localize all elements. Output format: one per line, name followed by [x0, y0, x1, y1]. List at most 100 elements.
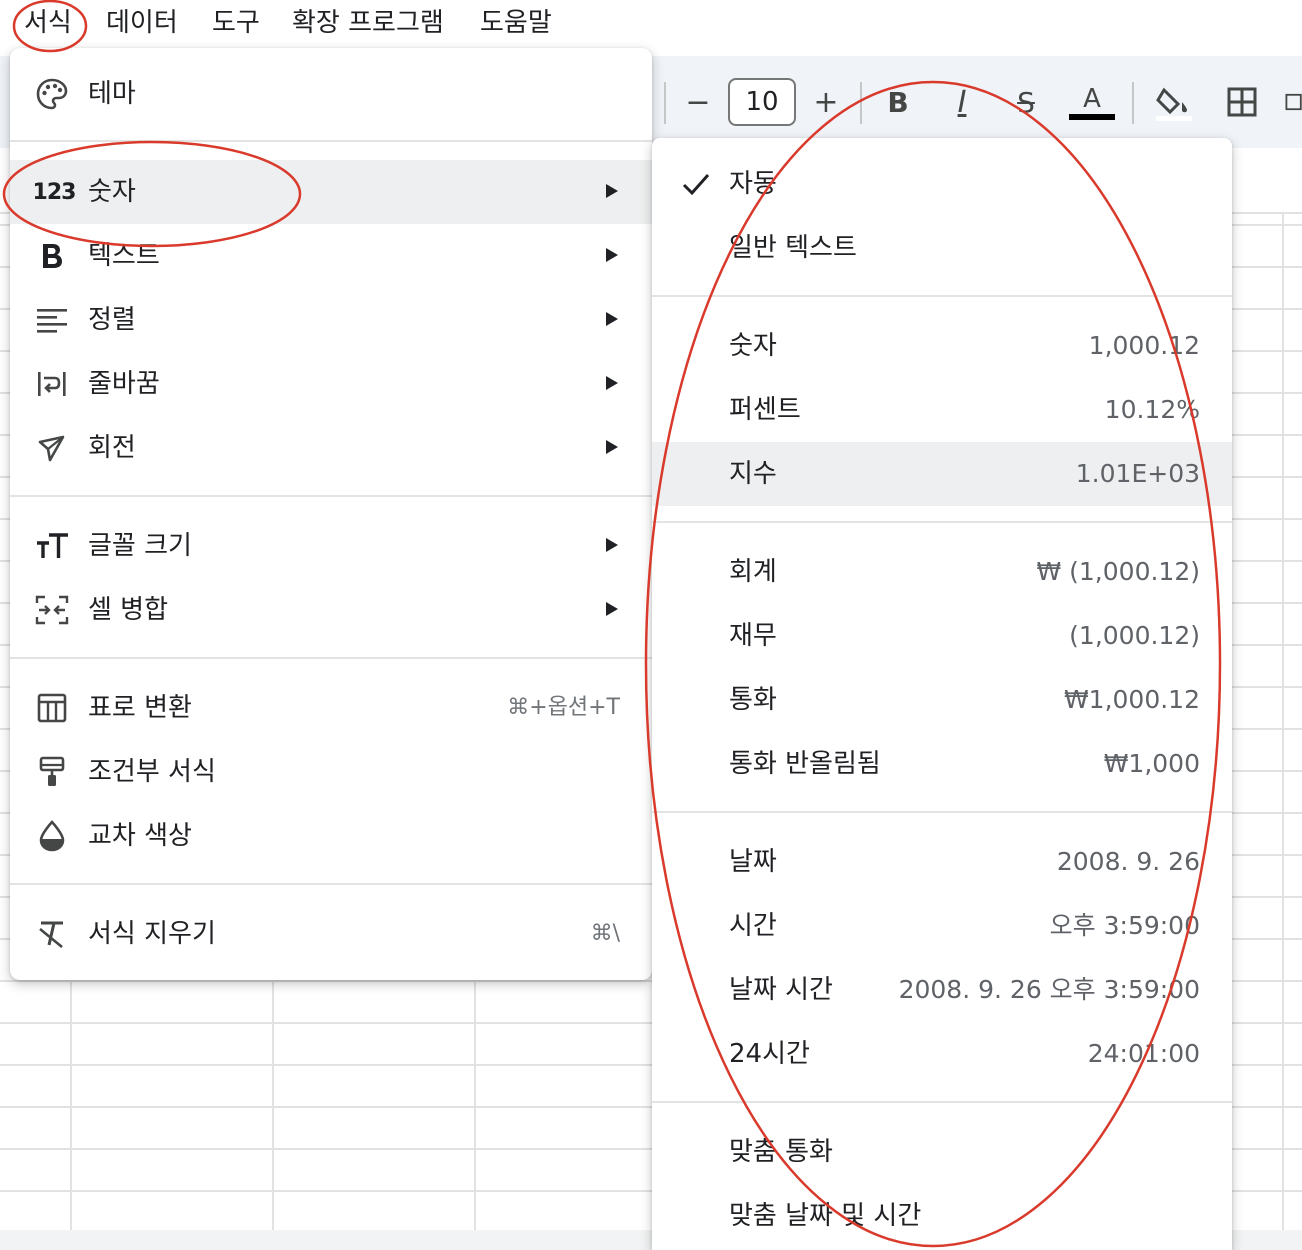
menu-divider	[652, 295, 1232, 297]
menu-divider	[10, 495, 652, 497]
format-example: ₩1,000	[1103, 749, 1200, 778]
submenu-arrow-icon	[606, 248, 618, 262]
strikethrough-button[interactable]: S	[1004, 78, 1048, 126]
menu-item-rotate[interactable]: 회전	[10, 416, 652, 480]
fill-color-button[interactable]	[1150, 78, 1198, 126]
number-format-custom-datetime[interactable]: 맞춤 날짜 및 시간	[652, 1184, 1232, 1248]
format-example: ₩1,000.12	[1063, 685, 1200, 714]
borders-icon	[1227, 87, 1257, 117]
menu-item-label: 교차 색상	[88, 821, 192, 851]
menu-item-align[interactable]: 정렬	[10, 288, 652, 352]
bold-b-icon	[34, 238, 70, 274]
menu-item-label: 셀 병합	[88, 595, 169, 625]
font-size-input[interactable]: 10	[728, 78, 796, 126]
menu-item-label: 표로 변환	[88, 693, 192, 723]
merge-cells-icon	[34, 592, 70, 628]
submenu-arrow-icon	[606, 312, 618, 326]
toolbar-divider	[860, 82, 862, 124]
bold-button[interactable]: B	[876, 78, 920, 126]
menu-item-clear-format[interactable]: 서식 지우기 ⌘\	[10, 902, 652, 966]
palette-icon	[34, 76, 70, 112]
font-size-icon	[34, 528, 70, 564]
menu-item-convert-table[interactable]: 표로 변환 ⌘+옵션+T	[10, 676, 652, 740]
format-menu: 테마 123 숫자 텍스트 정렬 줄바꿈 회전 글꼴 크기 셀 병합 표로 변환…	[10, 48, 652, 980]
text-color-letter: A	[1083, 84, 1101, 114]
menu-tools[interactable]: 도구	[212, 4, 260, 42]
menu-divider	[652, 521, 1232, 523]
number-format-financial[interactable]: 재무 (1,000.12)	[652, 604, 1232, 668]
format-label: 통화 반올림됨	[729, 749, 881, 779]
menu-item-label: 줄바꿈	[88, 369, 160, 399]
menu-item-theme[interactable]: 테마	[10, 62, 652, 126]
menu-extensions[interactable]: 확장 프로그램	[292, 4, 444, 42]
menu-data[interactable]: 데이터	[106, 4, 178, 42]
paint-roller-icon	[34, 754, 70, 790]
format-label: 일반 텍스트	[729, 233, 857, 263]
menu-item-alternating-colors[interactable]: 교차 색상	[10, 804, 652, 868]
number-format-datetime[interactable]: 날짜 시간 2008. 9. 26 오후 3:59:00	[652, 958, 1232, 1022]
number-format-duration[interactable]: 24시간 24:01:00	[652, 1022, 1232, 1086]
toolbar-divider	[664, 82, 666, 124]
menu-item-label: 텍스트	[88, 241, 160, 271]
shortcut-hint: ⌘\	[590, 921, 620, 946]
number-format-currency[interactable]: 통화 ₩1,000.12	[652, 668, 1232, 732]
italic-button[interactable]: I	[940, 78, 984, 126]
number-format-time[interactable]: 시간 오후 3:59:00	[652, 894, 1232, 958]
menu-divider	[10, 657, 652, 659]
shortcut-hint: ⌘+옵션+T	[507, 695, 620, 720]
format-label: 퍼센트	[729, 395, 801, 425]
submenu-arrow-icon	[606, 184, 618, 198]
format-example: ₩ (1,000.12)	[1036, 557, 1200, 586]
format-example: 10.12%	[1104, 395, 1200, 424]
number-format-scientific[interactable]: 지수 1.01E+03	[652, 442, 1232, 506]
format-label: 자동	[729, 169, 777, 199]
menubar: 서식 데이터 도구 확장 프로그램 도움말	[0, 0, 1302, 48]
format-example: 1,000.12	[1088, 331, 1200, 360]
number-123-icon: 123	[32, 179, 77, 205]
increase-font-size-button[interactable]: +	[806, 78, 846, 126]
menu-item-font-size[interactable]: 글꼴 크기	[10, 514, 652, 578]
menu-item-wrap[interactable]: 줄바꿈	[10, 352, 652, 416]
merge-icon	[1285, 93, 1302, 111]
menu-item-label: 회전	[88, 433, 136, 463]
format-label: 24시간	[729, 1039, 810, 1069]
format-label: 맞춤 통화	[729, 1137, 833, 1167]
format-label: 날짜 시간	[729, 975, 833, 1005]
table-icon	[34, 690, 70, 726]
clear-format-icon	[34, 916, 70, 952]
borders-button[interactable]	[1220, 78, 1264, 126]
format-example: 2008. 9. 26	[1056, 847, 1200, 876]
format-example: 1.01E+03	[1075, 459, 1200, 488]
number-format-submenu: 자동 일반 텍스트 숫자 1,000.12 퍼센트 10.12% 지수 1.01…	[652, 138, 1232, 1250]
menu-item-label: 숫자	[88, 177, 136, 207]
decrease-font-size-button[interactable]: −	[678, 78, 718, 126]
menu-divider	[10, 883, 652, 885]
menu-divider	[652, 811, 1232, 813]
format-label: 맞춤 날짜 및 시간	[729, 1201, 922, 1231]
format-label: 시간	[729, 911, 777, 941]
menu-item-conditional-format[interactable]: 조건부 서식	[10, 740, 652, 804]
menu-item-merge-cells[interactable]: 셀 병합	[10, 578, 652, 642]
number-format-plain-text[interactable]: 일반 텍스트	[652, 216, 1232, 280]
menu-item-label: 정렬	[88, 305, 136, 335]
menu-item-label: 테마	[88, 79, 136, 109]
menu-item-text[interactable]: 텍스트	[10, 224, 652, 288]
align-left-icon	[34, 302, 70, 338]
number-format-accounting[interactable]: 회계 ₩ (1,000.12)	[652, 540, 1232, 604]
menu-item-label: 조건부 서식	[88, 757, 216, 787]
menu-help[interactable]: 도움말	[480, 4, 552, 42]
number-format-automatic[interactable]: 자동	[652, 152, 1232, 216]
menu-item-number[interactable]: 123 숫자	[10, 160, 652, 224]
paint-bucket-icon	[1156, 87, 1192, 121]
format-example: 오후 3:59:00	[1049, 911, 1200, 940]
menu-format[interactable]: 서식	[24, 4, 72, 42]
number-format-date[interactable]: 날짜 2008. 9. 26	[652, 830, 1232, 894]
number-format-currency-rounded[interactable]: 통화 반올림됨 ₩1,000	[652, 732, 1232, 796]
merge-cells-button[interactable]	[1284, 78, 1302, 126]
number-format-number[interactable]: 숫자 1,000.12	[652, 314, 1232, 378]
number-format-custom-currency[interactable]: 맞춤 통화	[652, 1120, 1232, 1184]
format-label: 숫자	[729, 331, 777, 361]
number-format-percent[interactable]: 퍼센트 10.12%	[652, 378, 1232, 442]
text-color-button[interactable]: A	[1066, 78, 1118, 126]
menu-item-label: 서식 지우기	[88, 919, 216, 949]
